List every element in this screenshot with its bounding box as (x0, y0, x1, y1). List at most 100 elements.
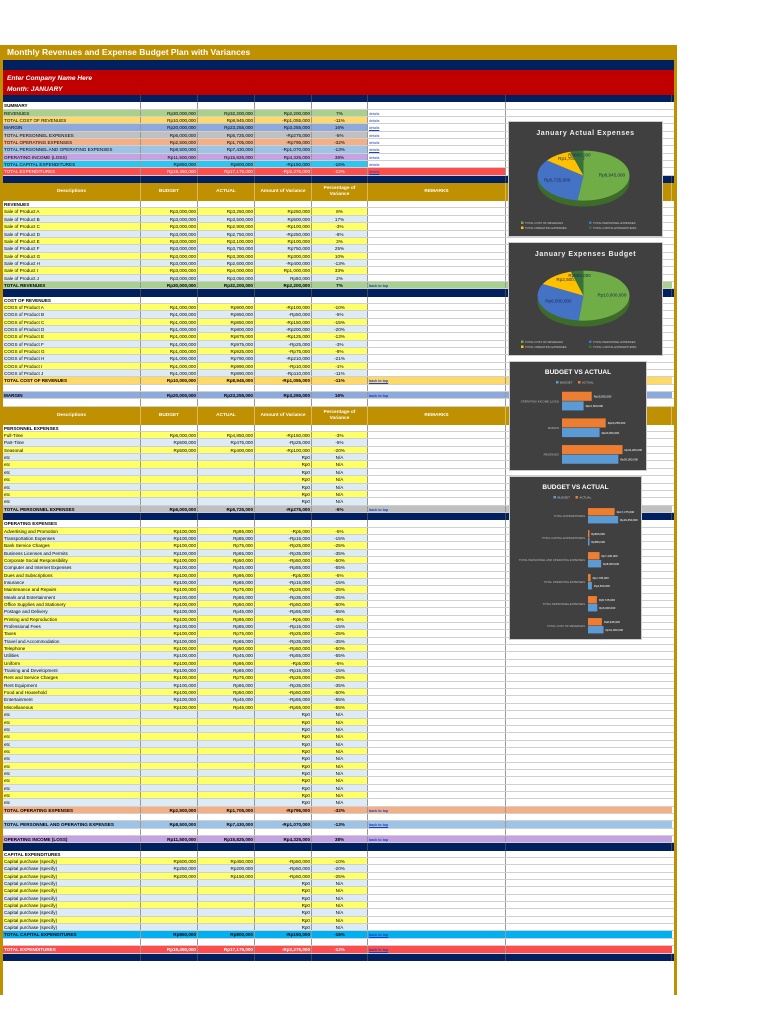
actual-cell[interactable] (198, 468, 255, 476)
remarks-cell[interactable] (368, 318, 506, 325)
variance-cell[interactable]: -Rp50,000 (255, 689, 312, 696)
variance-cell[interactable]: -Rp25,000 (255, 674, 312, 681)
budget-cell[interactable] (141, 887, 198, 894)
budget-cell[interactable]: Rp100,000 (141, 608, 198, 615)
percentage-cell[interactable]: -55% (312, 696, 368, 703)
remarks-cell[interactable] (368, 370, 506, 377)
description-cell[interactable]: etc (3, 755, 141, 762)
month-label[interactable]: Month: JANUARY (7, 84, 674, 95)
percentage-cell[interactable]: -11% (312, 370, 368, 377)
budget-cell[interactable] (141, 725, 198, 733)
remarks-cell[interactable] (368, 769, 506, 777)
actual-cell[interactable] (198, 733, 255, 740)
variance-cell[interactable]: -Rp250,000 (255, 230, 312, 237)
remarks-cell[interactable] (368, 813, 506, 821)
variance-cell[interactable]: Rp0 (255, 887, 312, 894)
variance-cell[interactable]: -Rp5,000 (255, 615, 312, 623)
percentage-cell[interactable]: -8% (312, 230, 368, 237)
budget-cell[interactable] (141, 755, 198, 762)
budget-cell[interactable]: Rp1,000,000 (141, 370, 198, 377)
bar-budget[interactable] (588, 538, 590, 546)
percentage-cell[interactable]: -3% (312, 340, 368, 347)
remarks-cell[interactable] (368, 102, 506, 109)
description-cell[interactable]: Transportation Expenses (3, 534, 141, 542)
description-cell[interactable]: Capital purchase (specify) (3, 887, 141, 894)
description-cell[interactable]: etc (3, 791, 141, 799)
budget-cell[interactable] (141, 909, 198, 916)
details-link[interactable]: details (369, 112, 379, 116)
actual-cell[interactable]: Rp890,000 (198, 370, 255, 377)
remarks-cell[interactable] (368, 432, 506, 439)
budget-cell[interactable]: Rp1,000,000 (141, 311, 198, 318)
remarks-cell[interactable] (368, 593, 506, 600)
budget-vs-actual-bar-chart-income[interactable]: BUDGET VS ACTUAL BUDGET ACTUAL OPERATING IN… (509, 361, 647, 471)
budget-cell[interactable]: Rp3,000,000 (141, 208, 198, 215)
actual-cell[interactable]: Rp95,000 (198, 571, 255, 578)
variance-cell[interactable]: -Rp5,000 (255, 659, 312, 667)
remarks-cell[interactable] (368, 659, 506, 667)
variance-cell[interactable]: -Rp35,000 (255, 549, 312, 556)
variance-cell[interactable]: Rp0 (255, 799, 312, 806)
percentage-cell[interactable]: 10% (312, 252, 368, 259)
budget-cell[interactable]: Rp100,000 (141, 667, 198, 674)
variance-cell[interactable]: -Rp100,000 (255, 303, 312, 311)
bar-actual[interactable] (588, 530, 590, 538)
remarks-cell[interactable] (368, 623, 506, 630)
bar-actual[interactable] (588, 618, 602, 626)
remarks-cell[interactable] (368, 483, 506, 490)
variance-cell[interactable]: -Rp25,000 (255, 630, 312, 637)
variance-cell[interactable]: Rp250,000 (255, 208, 312, 215)
back-to-top-link[interactable]: back to top (369, 838, 388, 842)
bar-actual[interactable] (562, 418, 606, 428)
description-cell[interactable]: Entertainment (3, 696, 141, 703)
budget-cell[interactable] (141, 791, 198, 799)
actual-cell[interactable] (198, 476, 255, 483)
budget-cell[interactable]: Rp1,000,000 (141, 303, 198, 311)
percentage-cell[interactable]: -3% (312, 432, 368, 439)
budget-cell[interactable]: Rp100,000 (141, 601, 198, 608)
variance-cell[interactable]: Rp0 (255, 924, 312, 931)
description-cell[interactable]: Food and Household (3, 689, 141, 696)
bar-actual[interactable] (588, 552, 600, 560)
percentage-cell[interactable]: -20% (312, 446, 368, 454)
remarks-cell[interactable] (368, 872, 506, 880)
description-cell[interactable]: COGS of Product J (3, 370, 141, 377)
actual-cell[interactable]: Rp75,000 (198, 542, 255, 549)
description-cell[interactable]: etc (3, 733, 141, 740)
remarks-cell[interactable] (368, 454, 506, 461)
percentage-cell[interactable]: -5% (312, 615, 368, 623)
variance-cell[interactable]: -Rp5,000 (255, 571, 312, 578)
budget-cell[interactable] (141, 916, 198, 924)
remarks-cell[interactable] (368, 201, 506, 208)
remarks-cell[interactable] (368, 909, 506, 916)
budget-cell[interactable]: Rp100,000 (141, 556, 198, 564)
remarks-cell[interactable] (368, 296, 506, 303)
description-cell[interactable]: Maintenance and Repairs (3, 586, 141, 593)
variance-cell[interactable]: Rp0 (255, 476, 312, 483)
description-cell[interactable]: Uniform (3, 659, 141, 667)
actual-expenses-pie-chart[interactable]: January Actual Expenses Rp8,945,000 Rp5,72… (508, 121, 663, 237)
actual-cell[interactable]: Rp450,000 (198, 858, 255, 865)
back-to-top-link[interactable]: back to top (369, 809, 388, 813)
percentage-cell[interactable]: -15% (312, 667, 368, 674)
percentage-cell[interactable]: N/A (312, 791, 368, 799)
remarks-cell[interactable] (368, 762, 506, 769)
description-cell[interactable]: Sale of Product I (3, 267, 141, 274)
percentage-cell[interactable]: -25% (312, 542, 368, 549)
variance-cell[interactable]: Rp100,000 (255, 237, 312, 245)
percentage-cell[interactable]: -5% (312, 311, 368, 318)
description-cell[interactable]: Postage and Delivery (3, 608, 141, 615)
remarks-cell[interactable] (368, 894, 506, 902)
bar-budget[interactable] (588, 604, 598, 612)
variance-cell[interactable]: Rp0 (255, 769, 312, 777)
percentage-cell[interactable]: -3% (312, 223, 368, 230)
variance-cell[interactable]: Rp0 (255, 740, 312, 747)
budget-cell[interactable] (141, 490, 198, 498)
remarks-cell[interactable] (368, 924, 506, 931)
actual-cell[interactable]: Rp65,000 (198, 681, 255, 689)
bar-budget[interactable] (588, 516, 619, 524)
remarks-cell[interactable] (368, 681, 506, 689)
percentage-cell[interactable]: -10% (312, 303, 368, 311)
percentage-cell[interactable]: N/A (312, 711, 368, 718)
remarks-cell[interactable] (368, 215, 506, 223)
